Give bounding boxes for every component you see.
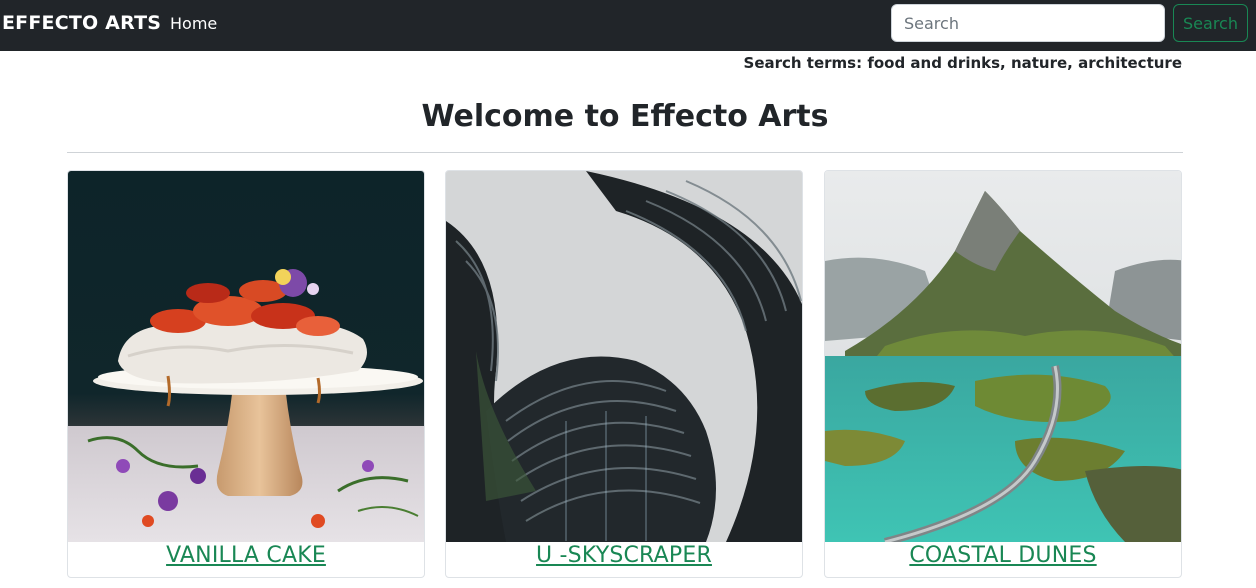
top-navbar: EFFECTO ARTS Home Search <box>0 0 1256 51</box>
gallery-card-vanilla-cake: VANILLA CAKE <box>67 170 425 578</box>
coastal-photo <box>825 171 1181 542</box>
gallery-card-coastal-dunes: COASTAL DUNES <box>824 170 1182 578</box>
brand-logo-link[interactable]: EFFECTO ARTS <box>2 12 161 34</box>
card-image-coastal-dunes[interactable] <box>825 171 1181 542</box>
search-button[interactable]: Search <box>1173 4 1248 42</box>
card-title-link[interactable]: U -SKYSCRAPER <box>446 543 802 568</box>
card-title-link[interactable]: COASTAL DUNES <box>825 543 1181 568</box>
card-image-u-skyscraper[interactable] <box>446 171 802 542</box>
title-divider <box>67 152 1183 153</box>
search-input[interactable] <box>891 4 1165 42</box>
card-title-link[interactable]: VANILLA CAKE <box>68 543 424 568</box>
cake-photo <box>68 171 424 542</box>
nav-home-link[interactable]: Home <box>170 14 217 33</box>
search-terms-text: Search terms: food and drinks, nature, a… <box>743 54 1182 72</box>
card-image-vanilla-cake[interactable] <box>68 171 424 542</box>
gallery-card-u-skyscraper: U -SKYSCRAPER <box>445 170 803 578</box>
page-title: Welcome to Effecto Arts <box>421 99 829 134</box>
skyscraper-photo <box>446 171 802 542</box>
